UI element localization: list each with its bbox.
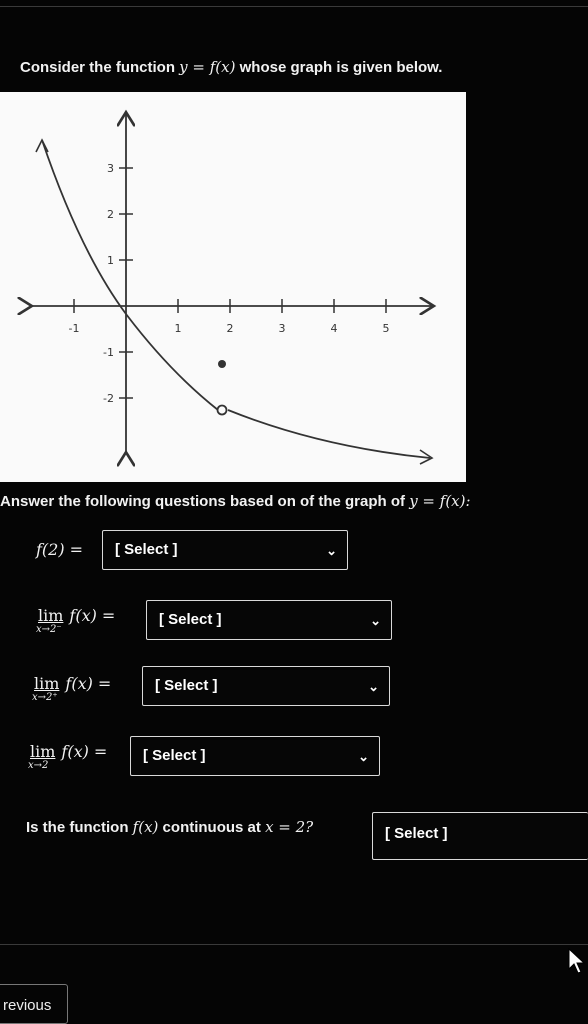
footer-divider [0, 944, 588, 945]
q2-lim-sub: x→2⁻ [36, 624, 62, 635]
chevron-down-icon: ⌄ [358, 749, 369, 764]
continuity-text-mid: continuous at [158, 819, 266, 836]
left-branch-curve [41, 139, 219, 411]
chevron-down-icon: ⌄ [370, 613, 381, 628]
q2-label: lim x→2⁻ f(x) = [36, 606, 116, 635]
continuity-text-pre: Is the function [26, 819, 133, 836]
q3-select-text: [ Select ] [155, 677, 218, 694]
q3-lim-sub: x→2⁺ [32, 692, 58, 703]
q3-expression: f(x) = [65, 674, 112, 693]
x-tick-label: 2 [227, 322, 234, 335]
answer-intro-math: y = f(x): [409, 492, 471, 510]
q1-label: f(2) = [36, 540, 83, 560]
continuity-label: Is the function f(x) continuous at x = 2… [26, 818, 313, 836]
pointer-cursor-icon [568, 948, 586, 974]
q4-select-text: [ Select ] [143, 747, 206, 764]
q4-label: lim x→2 f(x) = [28, 742, 108, 771]
q2-lim: lim x→2⁻ [36, 606, 64, 635]
q1-select[interactable]: [ Select ] ⌄ [102, 530, 348, 570]
q4-expression: f(x) = [61, 742, 108, 761]
q3-lim-word: lim [34, 674, 60, 693]
function-graph: -1 1 2 3 4 5 3 2 1 -1 -2 [0, 92, 466, 482]
prompt-text-post: whose graph is given below. [235, 59, 443, 76]
q1-expression: f(2) = [36, 540, 84, 559]
chevron-down-icon: ⌄ [326, 543, 337, 558]
q1-select-text: [ Select ] [115, 541, 178, 558]
top-divider [0, 6, 588, 7]
previous-button-label: revious [3, 997, 52, 1014]
y-tick-label: 3 [107, 162, 114, 175]
continuity-select[interactable]: [ Select ] [372, 812, 588, 860]
prompt-text-pre: Consider the function [20, 59, 180, 76]
q2-select-text: [ Select ] [159, 611, 222, 628]
x-tick-label: -1 [69, 322, 80, 335]
question-prompt: Consider the function y = f(x) whose gra… [20, 58, 442, 76]
x-tick-label: 3 [279, 322, 286, 335]
q4-lim-word: lim [30, 742, 56, 761]
x-tick-label: 4 [331, 322, 338, 335]
q4-select[interactable]: [ Select ] ⌄ [130, 736, 380, 776]
answer-instructions: Answer the following questions based on … [0, 492, 471, 510]
q4-lim-sub: x→2 [28, 760, 49, 771]
y-tick-label: -2 [103, 392, 114, 405]
q2-lim-word: lim [38, 606, 64, 625]
chevron-down-icon: ⌄ [368, 679, 379, 694]
q3-select[interactable]: [ Select ] ⌄ [142, 666, 390, 706]
previous-button[interactable]: revious [0, 984, 68, 1024]
y-tick-label: -1 [103, 346, 114, 359]
continuity-math-x: x = 2? [265, 818, 314, 836]
solid-point [218, 360, 226, 368]
answer-intro-text: Answer the following questions based on … [0, 493, 410, 510]
prompt-math: y = f(x) [179, 58, 236, 76]
right-branch-curve [227, 409, 431, 459]
q3-label: lim x→2⁺ f(x) = [32, 674, 112, 703]
x-tick-label: 1 [175, 322, 182, 335]
y-tick-label: 1 [107, 254, 114, 267]
q4-lim: lim x→2 [28, 742, 56, 771]
q3-lim: lim x→2⁺ [32, 674, 60, 703]
continuity-select-text: [ Select ] [385, 825, 448, 842]
y-tick-label: 2 [107, 208, 114, 221]
x-tick-label: 5 [383, 322, 390, 335]
open-point [216, 404, 228, 416]
continuity-math-fx: f(x) [132, 818, 159, 836]
q2-expression: f(x) = [69, 606, 116, 625]
q2-select[interactable]: [ Select ] ⌄ [146, 600, 392, 640]
